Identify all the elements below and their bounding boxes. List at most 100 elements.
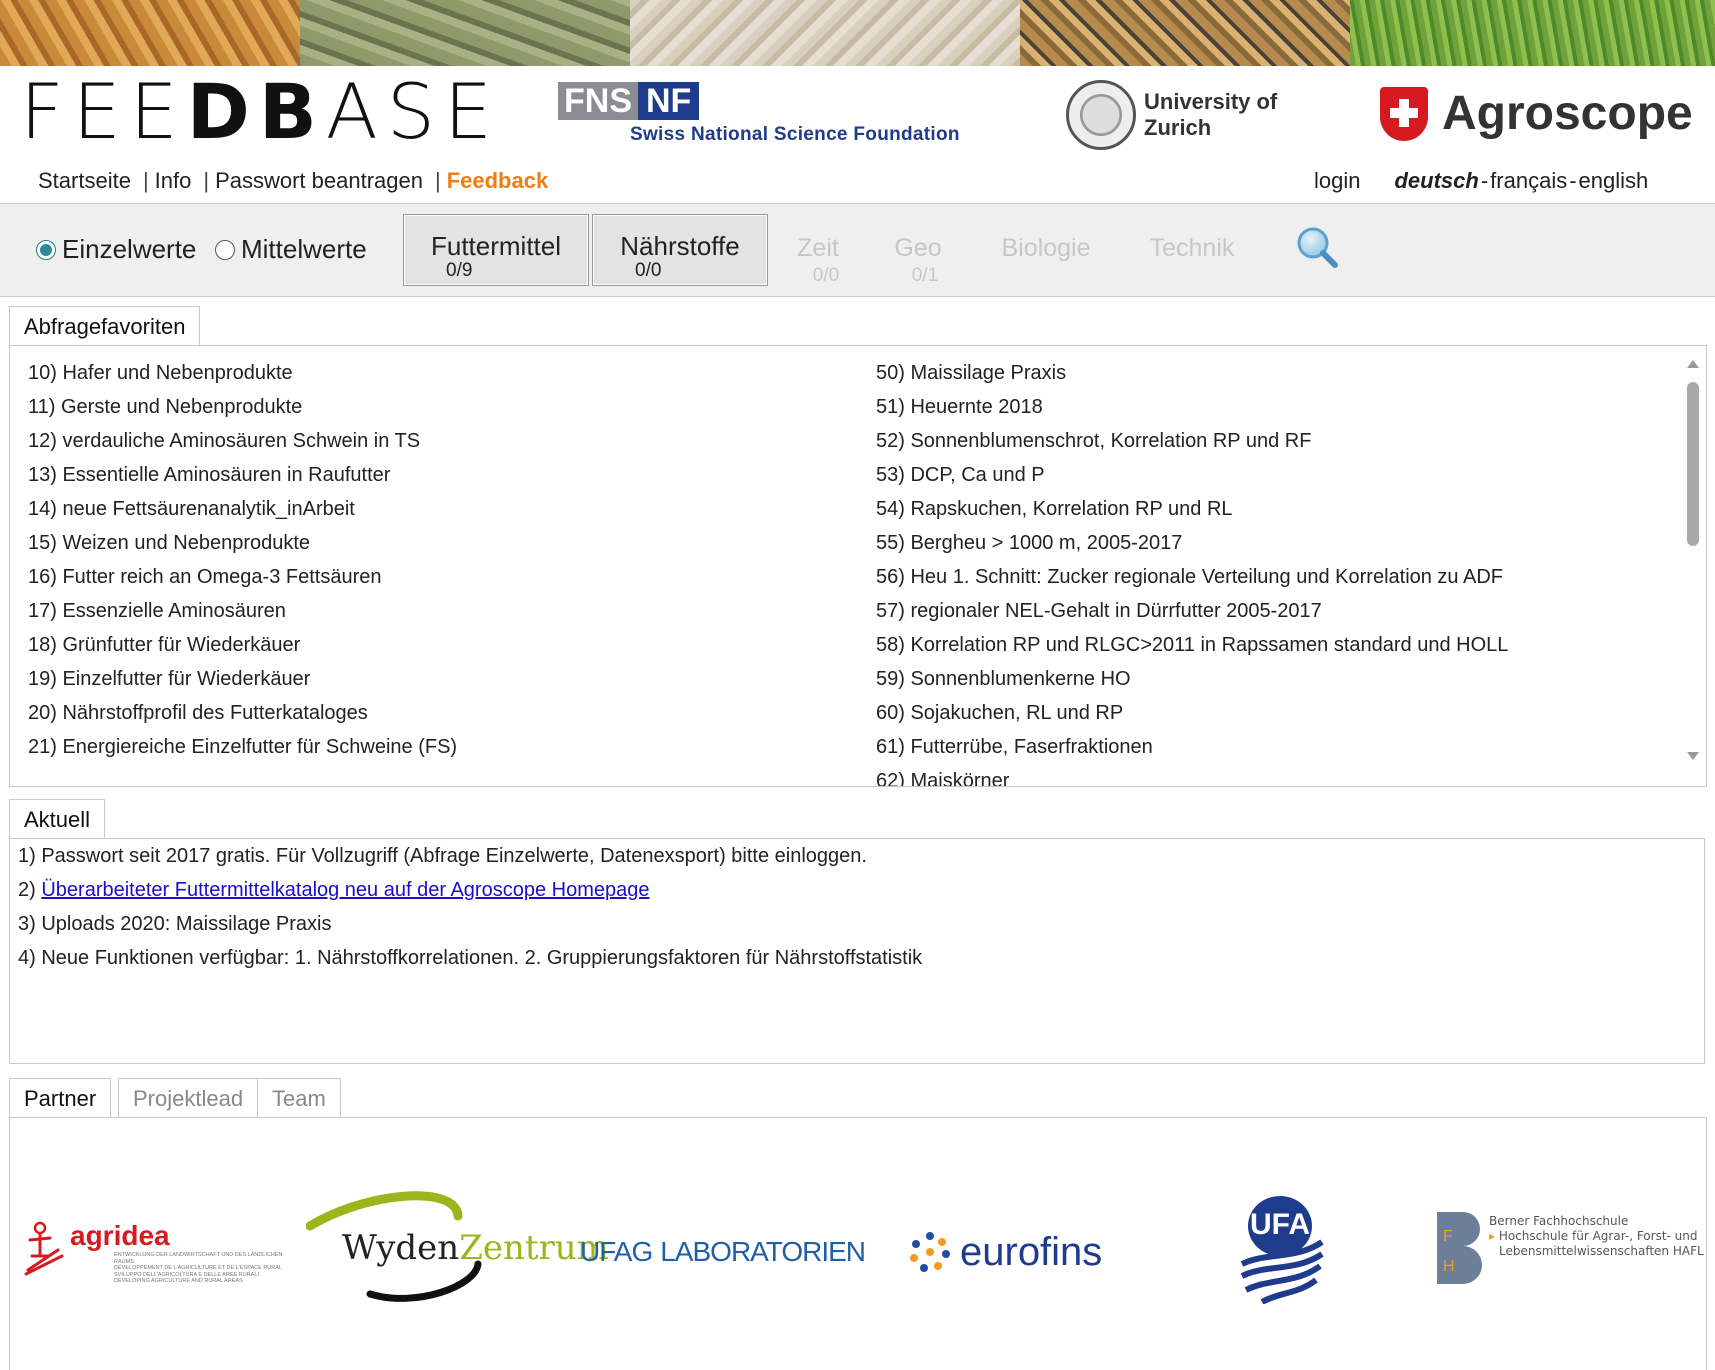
news-item: 2) Überarbeiteter Futtermittelkatalog ne… xyxy=(18,873,1704,907)
hafl-line1: Berner Fachhochschule xyxy=(1489,1214,1629,1228)
logo-part: FEE xyxy=(20,67,187,156)
ufag-logo[interactable]: UFAG LABORATORIEN xyxy=(580,1232,866,1272)
favorites-panel: 10) Hafer und Nebenprodukte 11) Gerste u… xyxy=(9,345,1707,787)
agridea-subline: DEVELOPING AGRICULTURE AND RURAL AREAS xyxy=(114,1278,243,1284)
hafl-logo[interactable]: F H Berner Fachhochschule ▸ Hochschule f… xyxy=(1437,1212,1707,1286)
lang-english[interactable]: english xyxy=(1579,168,1649,194)
agroscope-wordmark: Agroscope xyxy=(1442,87,1693,140)
favorite-item[interactable]: 62) Maiskörner xyxy=(876,764,1508,786)
tab-team[interactable]: Team xyxy=(257,1078,341,1117)
favorite-item[interactable]: 13) Essentielle Aminosäuren in Raufutter xyxy=(28,458,457,492)
biologie-button[interactable]: Biologie xyxy=(998,234,1094,263)
favorite-item[interactable]: 17) Essenzielle Aminosäuren xyxy=(28,594,457,628)
agridea-subline: ENTWICKLUNG DER LANDWIRTSCHAFT UND DES L… xyxy=(114,1252,283,1265)
nav-separator: | xyxy=(203,168,210,193)
naehrstoffe-count: 0/0 xyxy=(635,260,662,281)
favorite-item[interactable]: 16) Futter reich an Omega-3 Fettsäuren xyxy=(28,560,457,594)
zeit-count: 0/0 xyxy=(812,265,840,286)
tab-partner[interactable]: Partner xyxy=(9,1078,112,1117)
agridea-subline: DÉVELOPPEMENT DE L'AGRICULTURE ET DE L'E… xyxy=(114,1265,282,1271)
favorite-item[interactable]: 51) Heuernte 2018 xyxy=(876,390,1508,424)
radio-einzelwerte[interactable]: Einzelwerte xyxy=(36,234,196,265)
favorite-item[interactable]: 10) Hafer und Nebenprodukte xyxy=(28,356,457,390)
technik-button[interactable]: Technik xyxy=(1146,234,1238,263)
favorite-item[interactable]: 52) Sonnenblumenschrot, Korrelation RP u… xyxy=(876,424,1508,458)
favorite-item[interactable]: 15) Weizen und Nebenprodukte xyxy=(28,526,457,560)
eurofins-wordmark: eurofins xyxy=(960,1229,1103,1274)
news-panel: 1) Passwort seit 2017 gratis. Für Vollzu… xyxy=(9,838,1705,1064)
search-icon[interactable] xyxy=(1296,226,1338,268)
nav-feedback[interactable]: Feedback xyxy=(447,168,549,194)
news-link-futtermittelkatalog[interactable]: Überarbeiteter Futtermittelkatalog neu a… xyxy=(41,879,649,901)
tab-projektlead[interactable]: Projektlead xyxy=(118,1078,259,1117)
favorites-scrollbar[interactable] xyxy=(1682,360,1704,760)
snf-fns: FNS xyxy=(558,82,638,120)
lang-francais[interactable]: français xyxy=(1490,168,1567,194)
lang-separator: - xyxy=(1569,168,1577,193)
snf-logo[interactable]: FNS NF Swiss National Science Foundation xyxy=(558,82,978,152)
agridea-logo[interactable]: agridea ENTWICKLUNG DER LANDWIRTSCHAFT U… xyxy=(24,1220,284,1290)
favorite-item[interactable]: 21) Energiereiche Einzelfutter für Schwe… xyxy=(28,730,457,764)
geo-button[interactable]: Geo 0/1 xyxy=(893,234,943,287)
favorite-item[interactable]: 58) Korrelation RP und RLGC>2011 in Raps… xyxy=(876,628,1508,662)
laboratorien-word: LABORATORIEN xyxy=(660,1236,866,1267)
agroscope-logo[interactable]: Agroscope xyxy=(1380,86,1693,141)
nav-info[interactable]: Info xyxy=(155,168,192,194)
snf-subtitle: Swiss National Science Foundation xyxy=(630,124,960,145)
favorite-item[interactable]: 12) verdauliche Aminosäuren Schwein in T… xyxy=(28,424,457,458)
favorite-item[interactable]: 11) Gerste und Nebenprodukte xyxy=(28,390,457,424)
favorite-item[interactable]: 57) regionaler NEL-Gehalt in Dürrfutter … xyxy=(876,594,1508,628)
wydenzentrum-logo[interactable]: WydenZentrum xyxy=(306,1190,609,1310)
radio-einzelwerte-label: Einzelwerte xyxy=(62,234,197,264)
favorite-item[interactable]: 19) Einzelfutter für Wiederkäuer xyxy=(28,662,457,696)
favorite-item[interactable]: 59) Sonnenblumenkerne HO xyxy=(876,662,1508,696)
query-toolbar: Einzelwerte Mittelwerte Futtermittel 0/9… xyxy=(0,203,1715,297)
banner-grain-flakes xyxy=(630,0,1020,66)
futtermittel-label: Futtermittel xyxy=(430,231,562,261)
banner-grain-seeds xyxy=(1020,0,1350,66)
hafl-arrow-icon: ▸ xyxy=(1489,1229,1499,1243)
scroll-down-icon[interactable] xyxy=(1687,752,1699,760)
favorite-item[interactable]: 55) Bergheu > 1000 m, 2005-2017 xyxy=(876,526,1508,560)
ufa-wordmark: UFA xyxy=(1250,1208,1310,1241)
hafl-line3: Lebensmittelwissenschaften HAFL xyxy=(1499,1244,1704,1258)
agridea-figure-icon xyxy=(24,1221,64,1276)
tab-abfragefavoriten[interactable]: Abfragefavoriten xyxy=(9,306,201,345)
uzh-line1: University of xyxy=(1144,89,1278,114)
favorite-item[interactable]: 54) Rapskuchen, Korrelation RP und RL xyxy=(876,492,1508,526)
favorite-item[interactable]: 56) Heu 1. Schnitt: Zucker regionale Ver… xyxy=(876,560,1508,594)
hafl-h: H xyxy=(1443,1258,1455,1275)
banner-grain-oats xyxy=(0,0,300,66)
favorite-item[interactable]: 53) DCP, Ca und P xyxy=(876,458,1508,492)
naehrstoffe-button[interactable]: Nährstoffe 0/0 xyxy=(592,214,768,286)
ufa-logo[interactable]: UFA xyxy=(1236,1194,1326,1304)
login-link[interactable]: login xyxy=(1314,168,1360,194)
lang-deutsch[interactable]: deutsch xyxy=(1394,168,1478,194)
language-nav: login deutsch - français - english xyxy=(1314,168,1648,194)
favorite-item[interactable]: 60) Sojakuchen, RL und RP xyxy=(876,696,1508,730)
favorites-left-column: 10) Hafer und Nebenprodukte 11) Gerste u… xyxy=(28,356,457,764)
scroll-up-icon[interactable] xyxy=(1687,360,1699,368)
futtermittel-button[interactable]: Futtermittel 0/9 xyxy=(403,214,589,286)
logo-part: ASE xyxy=(325,67,502,156)
nav-startseite[interactable]: Startseite xyxy=(38,168,131,194)
tab-aktuell[interactable]: Aktuell xyxy=(9,799,106,838)
radio-mittelwerte[interactable]: Mittelwerte xyxy=(215,234,367,265)
radio-checked-icon xyxy=(36,239,56,260)
scroll-thumb[interactable] xyxy=(1687,382,1699,546)
feedbase-logo[interactable]: FEEDBASE xyxy=(20,72,501,152)
hafl-f: F xyxy=(1443,1228,1453,1245)
favorite-item[interactable]: 61) Futterrübe, Faserfraktionen xyxy=(876,730,1508,764)
favorite-item[interactable]: 14) neue Fettsäurenanalytik_inArbeit xyxy=(28,492,457,526)
favorite-item[interactable]: 20) Nährstoffprofil des Futterkataloges xyxy=(28,696,457,730)
banner-grain-pellets xyxy=(300,0,630,66)
uzh-logo[interactable]: University of Zurich xyxy=(1066,80,1277,150)
lang-separator: - xyxy=(1480,168,1489,193)
news-item-prefix: 2) xyxy=(18,879,42,901)
favorite-item[interactable]: 18) Grünfutter für Wiederkäuer xyxy=(28,628,457,662)
logo-part-bold: DB xyxy=(186,67,326,156)
nav-passwort[interactable]: Passwort beantragen xyxy=(215,168,423,194)
zeit-button[interactable]: Zeit 0/0 xyxy=(794,234,842,287)
favorite-item[interactable]: 50) Maissilage Praxis xyxy=(876,356,1508,390)
eurofins-logo[interactable]: eurofins xyxy=(908,1226,1128,1278)
